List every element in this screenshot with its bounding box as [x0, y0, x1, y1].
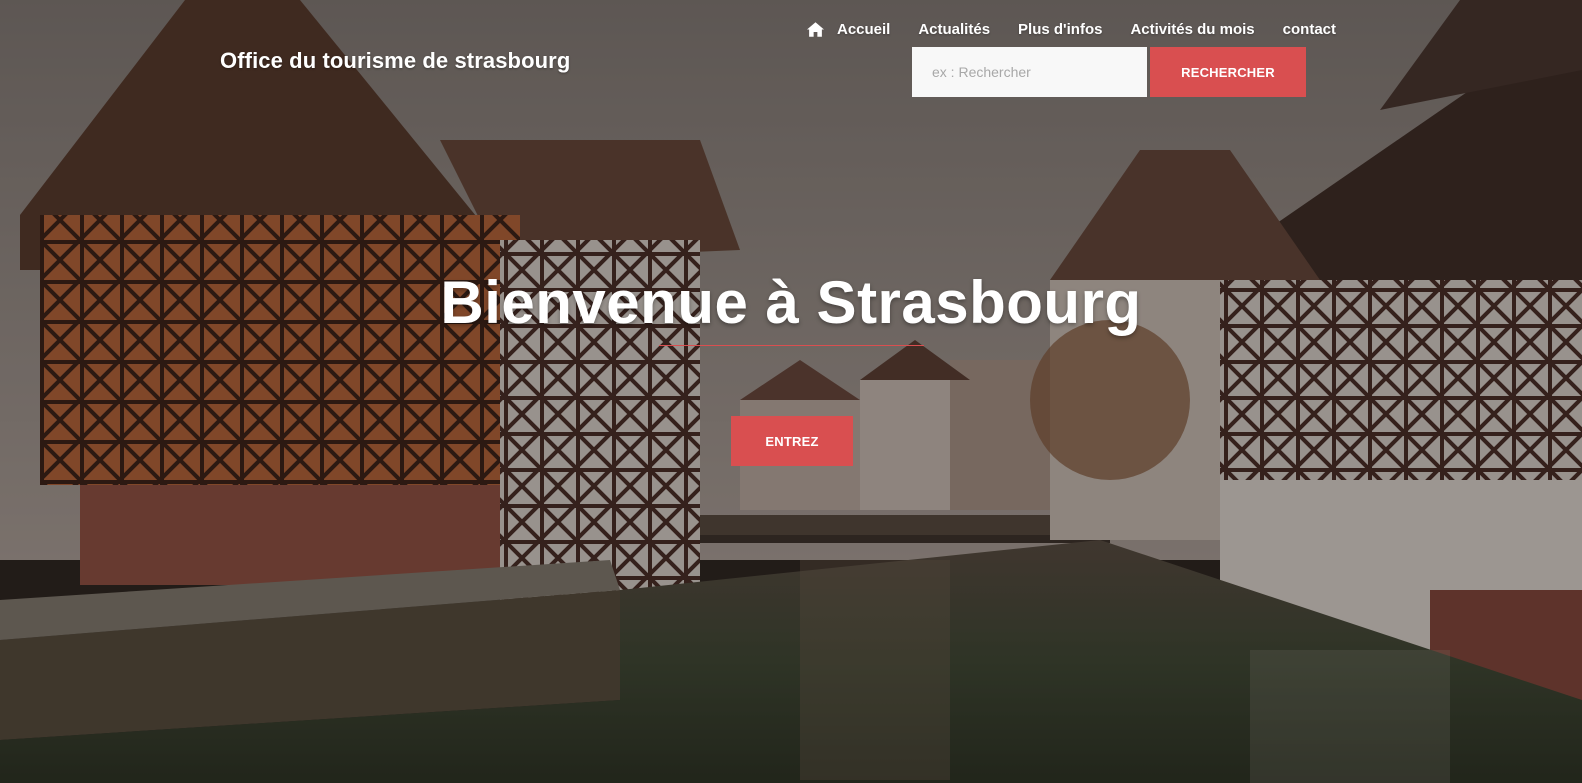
dark-overlay: [0, 0, 1582, 783]
search-input[interactable]: [912, 47, 1147, 97]
main-nav: Accueil Actualités Plus d'infos Activité…: [806, 21, 1336, 38]
search-button[interactable]: RECHERCHER: [1150, 47, 1306, 97]
nav-item-plus-infos[interactable]: Plus d'infos: [1018, 21, 1102, 38]
nav-item-accueil[interactable]: Accueil: [806, 21, 891, 38]
enter-button[interactable]: ENTREZ: [731, 416, 853, 466]
nav-item-contact[interactable]: contact: [1283, 21, 1336, 38]
hero-title: Bienvenue à Strasbourg: [440, 269, 1142, 336]
home-icon: [806, 22, 824, 37]
nav-label-accueil: Accueil: [836, 21, 891, 38]
nav-item-actualites[interactable]: Actualités: [918, 21, 990, 38]
site-brand[interactable]: Office du tourisme de strasbourg: [220, 48, 570, 74]
title-divider: [659, 345, 924, 346]
hero-background: [0, 0, 1582, 783]
search-form: RECHERCHER: [912, 47, 1306, 97]
nav-item-activites[interactable]: Activités du mois: [1130, 21, 1254, 38]
